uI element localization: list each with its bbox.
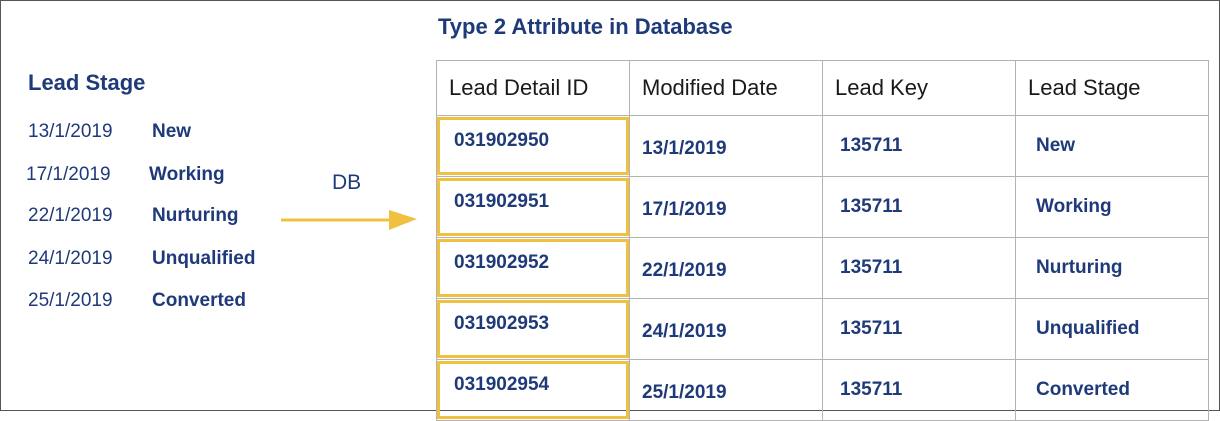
modified-date-cell: 22/1/2019 — [629, 237, 823, 299]
modified-date-cell: 25/1/2019 — [629, 359, 823, 421]
table-row: 031902952 22/1/2019 135711 Nurturing — [436, 237, 1209, 299]
table-row: 031902953 24/1/2019 135711 Unqualified — [436, 298, 1209, 360]
stage-name: Unqualified — [152, 248, 256, 269]
lead-stage-cell: Converted — [1015, 359, 1209, 421]
lead-detail-id-cell: 031902954 — [436, 359, 630, 421]
stage-name: Working — [149, 164, 225, 185]
stage-name: New — [152, 121, 192, 142]
stage-date: 22/1/2019 — [28, 205, 113, 226]
diagram-frame: Type 2 Attribute in Database Lead Stage … — [0, 0, 1220, 421]
lead-detail-id-cell: 031902952 — [436, 237, 630, 299]
highlight-box: 031902950 — [437, 117, 629, 175]
lead-key-cell: 135711 — [822, 298, 1016, 360]
stage-date: 13/1/2019 — [28, 121, 113, 142]
highlight-box: 031902952 — [437, 239, 629, 297]
right-arrow-icon — [281, 210, 417, 230]
stage-name: Converted — [152, 290, 246, 311]
column-header: Lead Key — [822, 60, 1016, 116]
stage-name: Nurturing — [152, 205, 239, 226]
table-row: 031902950 13/1/2019 135711 New — [436, 115, 1209, 177]
column-header: Modified Date — [629, 60, 823, 116]
stage-date: 17/1/2019 — [26, 164, 111, 185]
lead-key-cell: 135711 — [822, 115, 1016, 177]
lead-key-cell: 135711 — [822, 237, 1016, 299]
highlight-box: 031902953 — [437, 300, 629, 358]
lead-stage-cell: Nurturing — [1015, 237, 1209, 299]
column-header: Lead Detail ID — [436, 60, 630, 116]
column-header: Lead Stage — [1015, 60, 1209, 116]
lead-detail-id-cell: 031902953 — [436, 298, 630, 360]
modified-date-cell: 24/1/2019 — [629, 298, 823, 360]
diagram-title: Type 2 Attribute in Database — [438, 14, 733, 39]
lead-key-cell: 135711 — [822, 176, 1016, 238]
lead-detail-id-cell: 031902950 — [436, 115, 630, 177]
modified-date-cell: 13/1/2019 — [629, 115, 823, 177]
table-row: 031902951 17/1/2019 135711 Working — [436, 176, 1209, 238]
highlight-box: 031902954 — [437, 361, 629, 419]
lead-stage-cell: New — [1015, 115, 1209, 177]
db-arrow-label: DB — [332, 171, 362, 194]
table-header-row: Lead Detail ID Modified Date Lead Key Le… — [436, 60, 1209, 116]
modified-date-cell: 17/1/2019 — [629, 176, 823, 238]
stage-date: 24/1/2019 — [28, 248, 113, 269]
lead-key-cell: 135711 — [822, 359, 1016, 421]
table-row: 031902954 25/1/2019 135711 Converted — [436, 359, 1209, 421]
lead-stage-cell: Unqualified — [1015, 298, 1209, 360]
lead-stage-cell: Working — [1015, 176, 1209, 238]
stage-date: 25/1/2019 — [28, 290, 113, 311]
lead-detail-table: Lead Detail ID Modified Date Lead Key Le… — [436, 60, 1209, 421]
highlight-box: 031902951 — [437, 178, 629, 236]
lead-detail-id-cell: 031902951 — [436, 176, 630, 238]
lead-stage-heading: Lead Stage — [28, 70, 146, 95]
